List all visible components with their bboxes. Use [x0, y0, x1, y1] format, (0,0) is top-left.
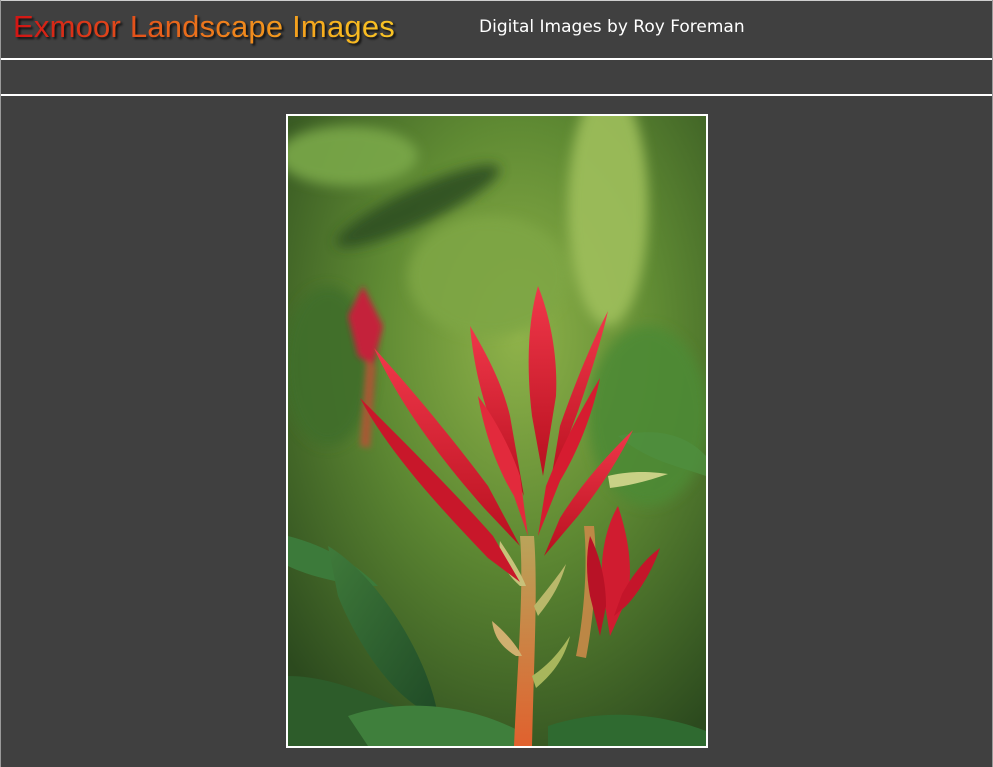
site-header: Exmoor Landscape Images Digital Images b…	[1, 1, 992, 58]
red-flower-photo	[288, 116, 706, 746]
nav-bar	[1, 60, 992, 94]
site-subtitle: Digital Images by Roy Foreman	[479, 17, 745, 37]
left-edge	[0, 0, 1, 767]
page: Exmoor Landscape Images Digital Images b…	[0, 0, 993, 767]
site-title[interactable]: Exmoor Landscape Images	[13, 9, 395, 45]
photo-frame[interactable]	[286, 114, 708, 748]
nav-divider	[1, 94, 992, 96]
